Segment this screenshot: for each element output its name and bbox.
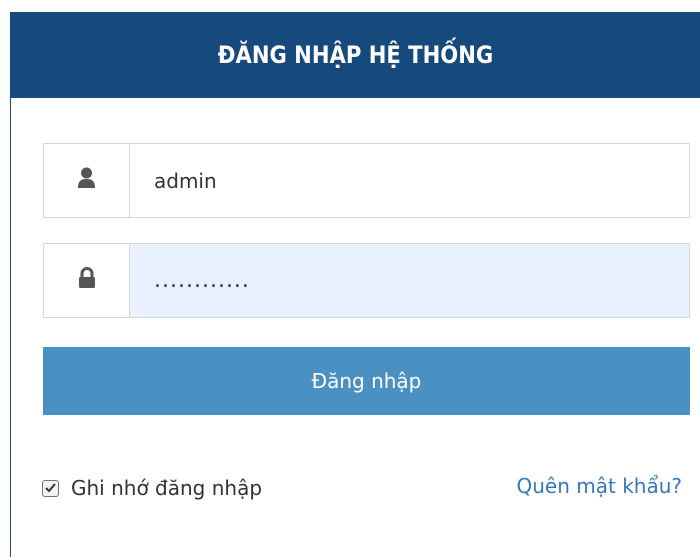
lock-icon [78,267,96,294]
remember-me[interactable]: Ghi nhớ đăng nhập [42,473,262,503]
user-icon [77,167,96,194]
password-group [43,243,690,318]
login-button[interactable]: Đăng nhập [43,347,690,415]
username-field[interactable] [130,144,689,217]
password-field[interactable] [130,244,689,317]
remember-checkbox[interactable] [42,479,59,497]
check-icon [45,483,56,493]
remember-label: Ghi nhớ đăng nhập [71,476,263,500]
forgot-password-link[interactable]: Quên mật khẩu? [517,474,683,498]
username-addon [44,144,130,217]
login-header: ĐĂNG NHẬP HỆ THỐNG [11,12,700,98]
login-panel: ĐĂNG NHẬP HỆ THỐNG Đăng nhập [10,12,700,557]
password-addon [44,244,130,317]
username-group [43,143,690,218]
page-title: ĐĂNG NHẬP HỆ THỐNG [217,41,494,69]
